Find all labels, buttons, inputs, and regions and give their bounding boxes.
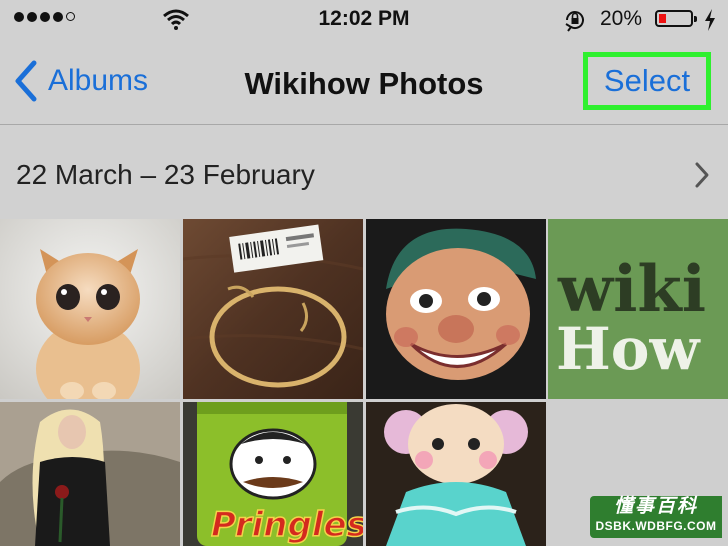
bracelet-photo	[183, 219, 363, 399]
battery-percent: 20%	[600, 7, 643, 30]
chevron-right-icon	[695, 162, 709, 188]
photo-thumbnail-doll[interactable]	[366, 402, 546, 546]
watermark-url: DSBK.WDBFG.COM	[595, 519, 717, 533]
svg-text:Pringles: Pringles	[211, 505, 363, 545]
site-watermark: 懂事百科 DSBK.WDBFG.COM	[590, 496, 722, 538]
pringles-photo: Pringles	[183, 402, 363, 546]
rotation-lock-icon	[565, 11, 584, 32]
wikihow-logo-photo: wiki How	[548, 219, 728, 399]
doll-photo	[366, 402, 546, 546]
moments-section-header[interactable]: 22 March – 23 February	[0, 125, 728, 219]
status-bar: 12:02 PM 20%	[0, 0, 728, 40]
watermark-title: 懂事百科	[613, 496, 698, 517]
date-range-label: 22 March – 23 February	[16, 159, 315, 190]
photo-thumbnail-wikihow[interactable]: wiki How	[548, 219, 728, 399]
photo-thumbnail-kitten[interactable]	[0, 219, 180, 399]
photo-thumbnail-pringles[interactable]: Pringles	[183, 402, 363, 546]
kitten-photo	[0, 219, 180, 399]
photo-thumbnail-bracelet[interactable]	[183, 219, 363, 399]
battery-icon	[655, 10, 697, 27]
photo-thumbnail-woman[interactable]	[0, 402, 180, 546]
photo-thumbnail-dummy[interactable]	[366, 219, 546, 399]
woman-photo	[0, 402, 180, 546]
svg-text:How: How	[556, 315, 701, 383]
dummy-photo	[366, 219, 546, 399]
navigation-bar: Albums Wikihow Photos Select	[0, 40, 728, 125]
select-button[interactable]: Select	[583, 52, 711, 110]
charging-bolt-icon	[705, 9, 715, 31]
